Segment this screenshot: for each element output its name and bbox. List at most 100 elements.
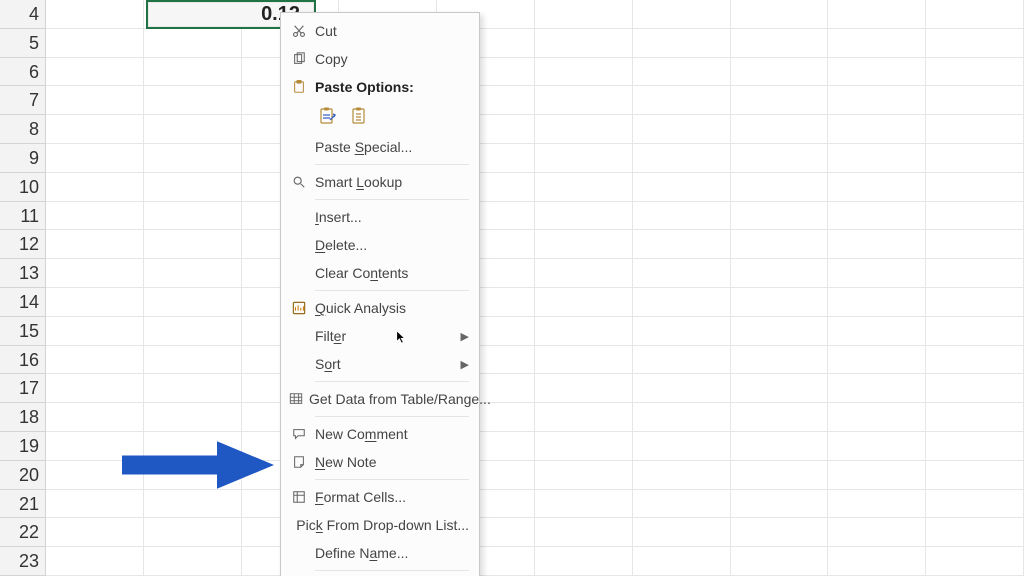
grid-cell[interactable]	[46, 403, 144, 431]
paste-option-paste[interactable]	[315, 103, 341, 129]
grid-cell[interactable]	[535, 0, 633, 28]
menu-clear-contents[interactable]: Clear Contents	[281, 259, 479, 287]
grid-cell[interactable]	[828, 173, 926, 201]
grid-cell[interactable]	[828, 461, 926, 489]
row-header[interactable]: 4	[0, 0, 46, 29]
menu-new-comment[interactable]: New Comment	[281, 420, 479, 448]
menu-format-cells[interactable]: Format Cells...	[281, 483, 479, 511]
row-header[interactable]: 12	[0, 230, 46, 259]
grid-cell[interactable]	[633, 0, 731, 28]
grid-cell[interactable]	[731, 403, 829, 431]
grid-cell[interactable]	[731, 86, 829, 114]
grid-cell[interactable]	[535, 288, 633, 316]
row-header[interactable]: 21	[0, 490, 46, 519]
grid-cell[interactable]	[828, 230, 926, 258]
menu-copy[interactable]: Copy	[281, 45, 479, 73]
grid-cell[interactable]	[46, 317, 144, 345]
grid-cell[interactable]	[46, 288, 144, 316]
grid-cell[interactable]	[633, 403, 731, 431]
grid-cell[interactable]	[46, 86, 144, 114]
grid-cell[interactable]	[633, 115, 731, 143]
menu-define-name[interactable]: Define Name...	[281, 539, 479, 567]
grid-cell[interactable]	[926, 346, 1024, 374]
grid-cell[interactable]	[535, 144, 633, 172]
grid-cell[interactable]	[535, 202, 633, 230]
row-header[interactable]: 11	[0, 202, 46, 231]
grid-cell[interactable]	[731, 317, 829, 345]
grid-cell[interactable]	[46, 173, 144, 201]
grid-cell[interactable]	[828, 547, 926, 575]
menu-filter[interactable]: Filter ▶	[281, 322, 479, 350]
grid-cell[interactable]	[46, 230, 144, 258]
grid-cell[interactable]	[535, 29, 633, 57]
grid-cell[interactable]	[46, 58, 144, 86]
grid-cell[interactable]	[535, 490, 633, 518]
grid-cell[interactable]	[535, 115, 633, 143]
grid-cell[interactable]	[633, 144, 731, 172]
grid-cell[interactable]	[828, 86, 926, 114]
grid-cell[interactable]	[633, 518, 731, 546]
row-header[interactable]: 22	[0, 518, 46, 547]
grid-cell[interactable]	[731, 432, 829, 460]
grid-cell[interactable]	[731, 518, 829, 546]
grid-cell[interactable]	[926, 288, 1024, 316]
grid-cell[interactable]	[828, 317, 926, 345]
grid-cell[interactable]	[926, 374, 1024, 402]
grid-cell[interactable]	[926, 547, 1024, 575]
grid-cell[interactable]	[731, 58, 829, 86]
menu-sort[interactable]: Sort ▶	[281, 350, 479, 378]
grid-cell[interactable]	[731, 29, 829, 57]
grid-cell[interactable]	[633, 259, 731, 287]
grid-cell[interactable]	[633, 346, 731, 374]
grid-cell[interactable]	[46, 346, 144, 374]
grid-cell[interactable]	[828, 432, 926, 460]
grid-cell[interactable]	[144, 346, 242, 374]
grid-cell[interactable]	[633, 288, 731, 316]
grid-cell[interactable]	[535, 403, 633, 431]
grid-cell[interactable]	[731, 0, 829, 28]
grid-cell[interactable]	[926, 29, 1024, 57]
grid-cell[interactable]	[828, 288, 926, 316]
row-header[interactable]: 8	[0, 115, 46, 144]
grid-cell[interactable]	[828, 518, 926, 546]
row-header[interactable]: 13	[0, 259, 46, 288]
grid-cell[interactable]	[46, 144, 144, 172]
grid-cell[interactable]	[144, 144, 242, 172]
grid-cell[interactable]	[926, 403, 1024, 431]
grid-cell[interactable]	[731, 346, 829, 374]
grid-cell[interactable]	[731, 547, 829, 575]
grid-cell[interactable]	[535, 173, 633, 201]
row-header[interactable]: 18	[0, 403, 46, 432]
grid-cell[interactable]	[46, 259, 144, 287]
grid-cell[interactable]	[633, 461, 731, 489]
row-header[interactable]: 9	[0, 144, 46, 173]
grid-cell[interactable]	[633, 432, 731, 460]
menu-cut[interactable]: Cut	[281, 17, 479, 45]
grid-cell[interactable]	[731, 259, 829, 287]
grid-cell[interactable]	[144, 115, 242, 143]
grid-cell[interactable]	[46, 374, 144, 402]
grid-cell[interactable]	[633, 317, 731, 345]
grid-cell[interactable]	[144, 288, 242, 316]
menu-smart-lookup[interactable]: Smart Lookup	[281, 168, 479, 196]
row-header[interactable]: 20	[0, 461, 46, 490]
menu-pick-from-list[interactable]: Pick From Drop-down List...	[281, 511, 479, 539]
grid-cell[interactable]	[926, 461, 1024, 489]
menu-quick-analysis[interactable]: Quick Analysis	[281, 294, 479, 322]
grid-cell[interactable]	[46, 518, 144, 546]
grid-cell[interactable]	[828, 346, 926, 374]
grid-cell[interactable]	[535, 317, 633, 345]
menu-paste-special[interactable]: Paste Special...	[281, 133, 479, 161]
grid-cell[interactable]	[144, 259, 242, 287]
grid-cell[interactable]	[535, 518, 633, 546]
grid-cell[interactable]	[535, 58, 633, 86]
grid-cell[interactable]	[144, 202, 242, 230]
grid-cell[interactable]	[633, 230, 731, 258]
grid-cell[interactable]	[926, 490, 1024, 518]
grid-cell[interactable]	[144, 518, 242, 546]
grid-cell[interactable]	[46, 202, 144, 230]
grid-cell[interactable]	[926, 115, 1024, 143]
grid-cell[interactable]	[535, 374, 633, 402]
grid-cell[interactable]	[828, 202, 926, 230]
grid-cell[interactable]	[535, 432, 633, 460]
